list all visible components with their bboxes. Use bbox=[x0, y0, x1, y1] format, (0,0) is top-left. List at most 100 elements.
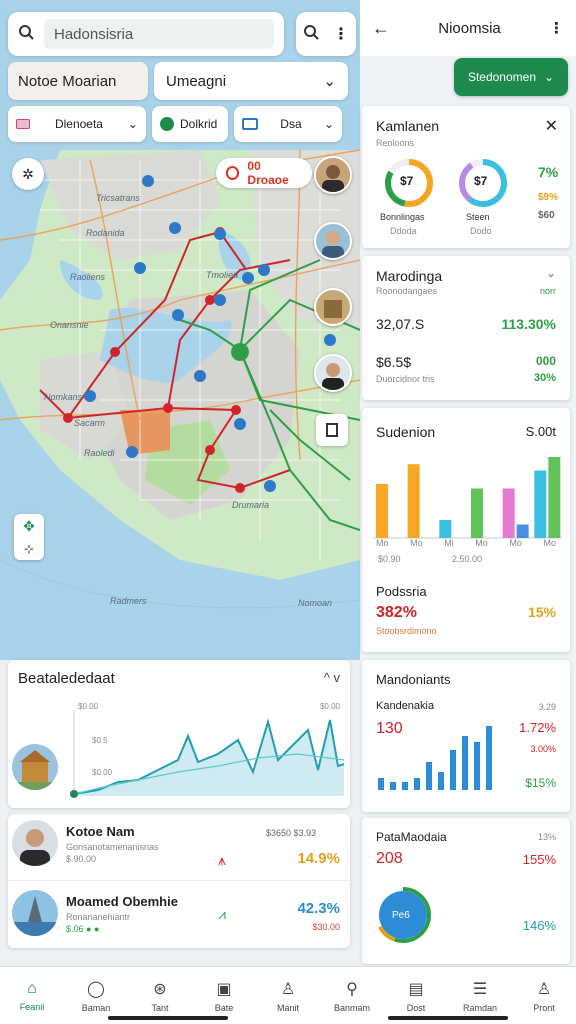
nav-label: Bate bbox=[214, 1002, 234, 1013]
layers-icon: ✲ bbox=[22, 165, 34, 182]
card-subtitle: Kandenakia bbox=[376, 700, 435, 712]
percent-value: 42.3% bbox=[297, 900, 340, 917]
x-tick: Mo bbox=[475, 538, 488, 548]
card-subtitle: Reoloons bbox=[376, 138, 415, 148]
explore-icon: ⊛ bbox=[153, 980, 167, 998]
nav-item-profile[interactable]: ♙ Manit bbox=[256, 967, 320, 1024]
metrics-card: Marodinga ⌄ Roonodangaes norr 32,07.S 11… bbox=[362, 256, 570, 400]
percent-value: 15% bbox=[527, 604, 556, 620]
nav-label: Dost bbox=[406, 1002, 426, 1013]
section-title: Podssria bbox=[376, 584, 427, 599]
search-bar[interactable]: Hadonsisria bbox=[8, 12, 284, 56]
nav-item-home[interactable]: ⌂ Feanil bbox=[0, 967, 64, 1024]
person-icon bbox=[316, 356, 350, 390]
chat-icon: ◯ bbox=[87, 980, 105, 998]
layers-button[interactable]: ✲ bbox=[12, 158, 44, 190]
collapse-toggle[interactable]: ^ v bbox=[324, 670, 340, 685]
chevron-down-icon: ⌄ bbox=[544, 70, 555, 84]
card-title: PataMaodaia bbox=[376, 830, 447, 844]
metric-percent: 113.30% bbox=[501, 316, 557, 332]
back-arrow-icon[interactable]: ← bbox=[372, 18, 390, 39]
nav-label: Banmam bbox=[333, 1002, 370, 1013]
user-avatar[interactable] bbox=[314, 222, 352, 260]
region-selector[interactable]: Notoe Moarian bbox=[8, 62, 148, 100]
mandates-card: Mandoniants Kandenakia 3.29 130 1.72% 3.… bbox=[362, 660, 570, 812]
more-icon[interactable]: ⋮ bbox=[549, 19, 564, 37]
person-icon bbox=[316, 158, 350, 192]
mini-bar-chart bbox=[378, 726, 492, 790]
big-percent: 382% bbox=[376, 604, 417, 621]
big-number: 208 bbox=[376, 850, 403, 867]
bar-chart bbox=[372, 457, 562, 539]
landmark-icon bbox=[316, 290, 350, 324]
trend-icon: ⩘ bbox=[218, 906, 226, 922]
document-icon: ▤ bbox=[408, 980, 424, 998]
map-controls[interactable]: ✥ ⊹ bbox=[14, 514, 44, 560]
bar bbox=[516, 524, 529, 538]
filter-row: Notoe Moarian Umeagni ⌄ bbox=[8, 62, 348, 100]
alert-label: 00 Droaoe bbox=[247, 159, 289, 187]
map-label: Raoledi bbox=[84, 448, 115, 458]
row-values: $3650 $3.93 bbox=[266, 828, 317, 838]
chip-label: Dlenoeta bbox=[54, 117, 103, 131]
stat-value: 7% bbox=[538, 164, 559, 180]
map-label: Raoliens bbox=[70, 272, 106, 282]
area-dropdown[interactable]: Umeagni ⌄ bbox=[154, 62, 348, 100]
inbox-icon: ▣ bbox=[216, 980, 232, 998]
chip-toggle[interactable]: Dolkrid bbox=[152, 106, 228, 142]
bar bbox=[471, 488, 483, 538]
person-amount: $.06 ● ● bbox=[66, 924, 100, 934]
alert-pill[interactable]: 00 Droaoe bbox=[216, 158, 312, 188]
search-icon[interactable] bbox=[303, 24, 319, 45]
statistics-card: Beatalededaat ^ v $0.00 $0.5 $0.00 $0.00 bbox=[8, 660, 350, 808]
close-icon[interactable]: ✕ bbox=[545, 116, 558, 136]
x-tick: Mo bbox=[376, 538, 389, 548]
percent-value: 155% bbox=[522, 852, 556, 867]
list-item[interactable]: Kotoe Nam Gonsanotamenanisnas $.90.00 $3… bbox=[8, 816, 350, 876]
data-card: PataMaodaia 13% 208 155% Pe6 146% bbox=[362, 818, 570, 964]
bar bbox=[376, 484, 388, 538]
list-item[interactable]: Moamed Obemhie Ronananehiantr $.06 ● ● ⩘… bbox=[8, 886, 350, 946]
x-tick: $0.90 bbox=[378, 554, 401, 564]
area-dropdown-value: Umeagni bbox=[166, 72, 227, 90]
map-label: Tmoliea bbox=[206, 270, 239, 280]
user-avatar[interactable] bbox=[314, 156, 352, 194]
big-percent-label: Stoobsrdimono bbox=[376, 626, 437, 636]
metric-value: $6.5$ bbox=[376, 354, 412, 370]
chip-row: Dlenoeta ⌄ Dolkrid Dsa ⌄ bbox=[8, 106, 348, 144]
user-icon: ♙ bbox=[280, 980, 296, 998]
card-subtitle: Roonodangaes bbox=[376, 286, 438, 296]
search-icon: ⚲ bbox=[346, 980, 358, 998]
metric-sublabel: Duorcidnor tris bbox=[376, 374, 435, 384]
x-tick: Mo bbox=[410, 538, 423, 548]
chevron-down-icon: ⌄ bbox=[127, 117, 138, 131]
compass-icon: ⊹ bbox=[23, 542, 35, 557]
nav-item-search[interactable]: ⚲ Banmam bbox=[320, 967, 384, 1024]
x-axis: Mo Mo Mi Mo Mo Mo bbox=[376, 538, 556, 548]
x-tick: 2.50.00 bbox=[452, 554, 483, 564]
card-total: S.00t bbox=[525, 424, 556, 439]
percent-value: 14.9% bbox=[297, 850, 340, 867]
fullscreen-button[interactable] bbox=[316, 414, 348, 446]
ring-sublabel: Ddoda bbox=[390, 226, 417, 236]
chip-dropdown[interactable]: Dlenoeta ⌄ bbox=[8, 106, 146, 142]
ring-label: Steen bbox=[466, 212, 490, 222]
search-actions[interactable]: ⋮ bbox=[296, 12, 356, 56]
filter-dropdown-button[interactable]: Stedonomen ⌄ bbox=[454, 58, 568, 96]
more-icon[interactable]: ⋮ bbox=[333, 24, 349, 44]
user-avatar[interactable] bbox=[314, 288, 352, 326]
card-title: Mandoniants bbox=[376, 672, 451, 687]
user-avatar[interactable] bbox=[314, 354, 352, 392]
chip-dropdown[interactable]: Dsa ⌄ bbox=[234, 106, 342, 142]
person-amount: $.90.00 bbox=[66, 854, 97, 864]
nav-label: Pront bbox=[533, 1002, 555, 1013]
percent-value: 146% bbox=[522, 918, 556, 933]
nav-item-account[interactable]: ♙ Pront bbox=[512, 967, 576, 1024]
map-label: Rodanida bbox=[86, 228, 125, 238]
card-subtitle-right: norr bbox=[539, 286, 556, 296]
metric-value: 32,07.S bbox=[376, 316, 425, 332]
search-input[interactable]: Hadonsisria bbox=[44, 19, 274, 49]
trend-icon: ⩚ bbox=[218, 852, 226, 868]
nav-label: Manit bbox=[276, 1002, 299, 1013]
chevron-down-icon[interactable]: ⌄ bbox=[546, 266, 556, 280]
